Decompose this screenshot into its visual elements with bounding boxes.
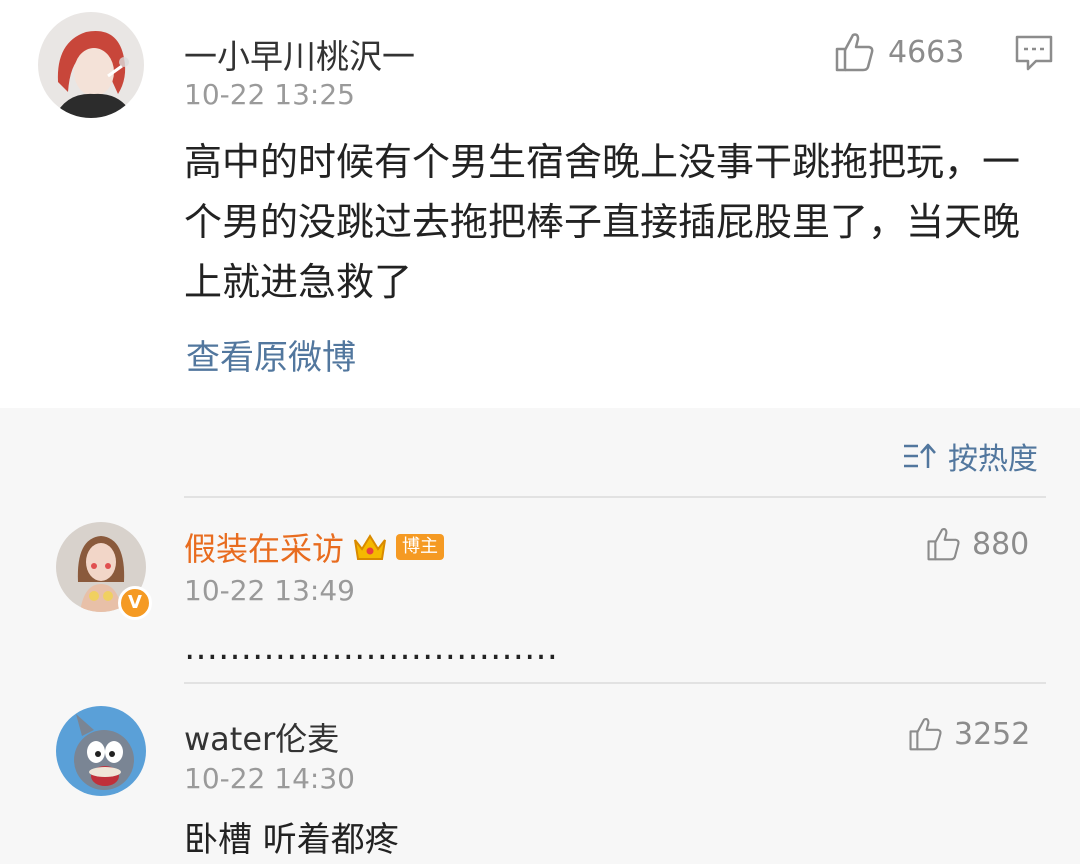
comment-item: water伦麦 10-22 14:30 3252 卧槽 听着都疼 xyxy=(0,690,1080,864)
post-like-count: 4663 xyxy=(888,34,965,70)
comment-time: 10-22 14:30 xyxy=(184,762,355,795)
weibo-comment-screen: 一小早川桃沢一 10-22 13:25 4663 高中的时候有个男生宿舍晚上没事… xyxy=(0,0,1080,864)
comment-icon xyxy=(1015,35,1053,71)
comment-item: V 假装在采访 博主 10-22 13:49 880 …………………………… xyxy=(0,504,1080,684)
comments-section: 按热度 V 假装在采访 博主 10-22 13:49 880 ………………………… xyxy=(0,408,1080,864)
original-post: 一小早川桃沢一 10-22 13:25 4663 高中的时候有个男生宿舍晚上没事… xyxy=(0,0,1080,408)
comment-content: 卧槽 听着都疼 xyxy=(184,820,399,860)
comment-time: 10-22 13:49 xyxy=(184,574,355,607)
thumbs-up-icon xyxy=(927,528,960,561)
divider xyxy=(184,496,1046,498)
post-author-avatar[interactable] xyxy=(38,12,144,118)
post-content: 高中的时候有个男生宿舍晚上没事干跳拖把玩，一个男的没跳过去拖把棒子直接插屁股里了… xyxy=(184,140,1021,304)
post-author-name[interactable]: 一小早川桃沢一 xyxy=(184,30,415,78)
comment-author-avatar[interactable] xyxy=(56,706,146,796)
comment-like-button[interactable]: 3252 xyxy=(908,714,1030,754)
comment-like-count: 3252 xyxy=(954,716,1031,752)
divider xyxy=(184,682,1046,684)
sort-icon xyxy=(904,443,936,468)
comment-like-count: 880 xyxy=(972,526,1030,562)
post-time: 10-22 13:25 xyxy=(184,78,355,111)
comment-content: …………………………… xyxy=(184,628,558,668)
post-like-button[interactable]: 4663 xyxy=(834,30,964,74)
comment-name-row: 假装在采访 博主 xyxy=(184,524,445,570)
sort-label: 按热度 xyxy=(948,442,1038,477)
comment-author-name[interactable]: water伦麦 xyxy=(184,714,339,760)
crown-icon xyxy=(354,534,387,560)
view-original-link[interactable]: 查看原微博 xyxy=(186,330,356,379)
verified-badge: V xyxy=(118,586,152,620)
blogger-badge: 博主 xyxy=(396,534,445,560)
thumbs-up-icon xyxy=(835,33,874,72)
thumbs-up-icon xyxy=(909,718,942,751)
comment-author-name[interactable]: 假装在采访 xyxy=(184,524,344,570)
comment-button[interactable] xyxy=(1014,34,1054,72)
comment-like-button[interactable]: 880 xyxy=(926,524,1029,564)
sort-by-heat-button[interactable]: 按热度 xyxy=(902,436,1038,477)
